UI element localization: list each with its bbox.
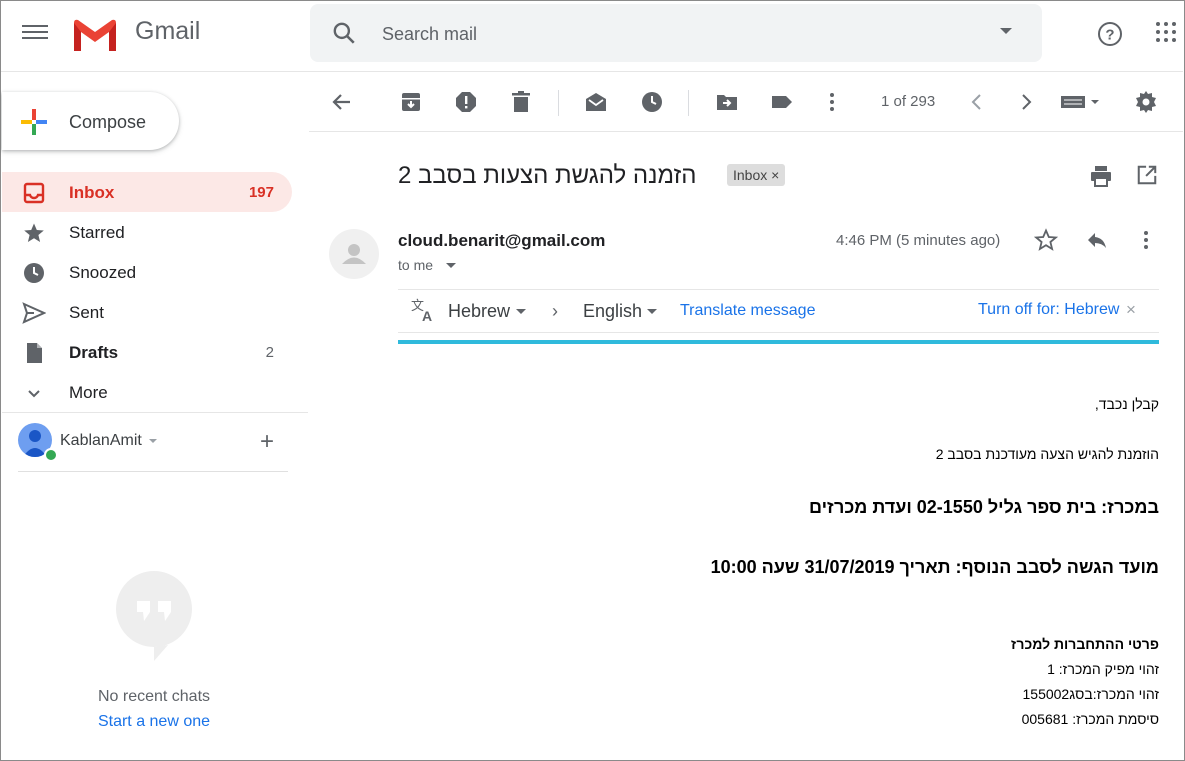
apps-grid-icon[interactable] [1156,22,1180,46]
turn-off-translation-link[interactable]: Turn off for: Hebrew [978,301,1119,319]
source-language-caret-icon[interactable] [516,309,526,314]
sender-avatar[interactable] [329,229,379,279]
body-greeting: קבלן נכבד, [1094,396,1159,412]
search-bar[interactable] [310,4,1042,62]
sidebar-item-starred[interactable]: Starred [2,212,292,252]
status-dropdown-icon[interactable] [149,439,157,443]
close-icon[interactable]: × [1126,300,1136,320]
body-tender-id: זהוי המכרז:בסג155002 [1022,686,1160,702]
prev-page-icon[interactable] [965,90,989,114]
message-body-top-bar [398,340,1159,344]
remove-label-icon[interactable]: × [771,167,779,183]
online-status-icon [44,448,58,462]
top-header: Gmail ? [1,1,1183,72]
new-chat-plus-icon[interactable]: + [260,428,274,456]
source-language-select[interactable]: Hebrew [448,301,510,322]
sidebar-item-snoozed[interactable]: Snoozed [2,252,292,292]
print-icon[interactable] [1089,164,1113,188]
chip-label: Inbox [733,167,768,183]
open-new-window-icon[interactable] [1136,164,1158,186]
draft-count: 2 [265,344,274,361]
svg-text:?: ? [1105,27,1114,44]
inbox-icon [23,182,45,204]
body-issuer-id: זהוי מפיק המכרז: 1 [1047,661,1159,677]
sidebar-item-more[interactable]: More [2,372,292,412]
target-language-select[interactable]: English [583,301,642,322]
chat-bubble-icon [116,571,192,661]
label-icon[interactable] [770,90,794,114]
hangouts-user[interactable]: KablanAmit + [18,423,288,472]
body-tender-password: סיסמת המכרז: 005681 [1021,711,1159,727]
back-arrow-icon[interactable] [330,90,354,114]
body-intro: הוזמנת להגיש הצעה מעודכנת בסבב 2 [935,446,1159,462]
message-timestamp: 4:46 PM (5 minutes ago) [836,232,1001,249]
no-chats-text: No recent chats [97,688,211,705]
sidebar-item-drafts[interactable]: Drafts 2 [2,332,292,372]
start-chat-link[interactable]: Start a new one [0,713,308,731]
hangouts-username: KablanAmit [60,432,142,449]
sidebar-divider [2,412,308,413]
translate-message-link[interactable]: Translate message [680,302,815,320]
clock-icon [24,263,44,283]
settings-gear-icon[interactable] [1134,90,1158,114]
unread-count: 197 [248,184,274,201]
chevron-down-icon [28,390,40,398]
archive-icon[interactable] [399,90,423,114]
sidebar-item-label: Sent [69,303,104,322]
sender-email[interactable]: cloud.benarit@gmail.com [398,231,605,251]
compose-button[interactable]: Compose [2,92,179,150]
sidebar-item-label: Starred [69,223,125,242]
report-spam-icon[interactable] [454,90,478,114]
body-details-heading: פרטי ההתחברות למכרז [1011,636,1159,652]
move-to-icon[interactable] [715,90,739,114]
gmail-logo-icon[interactable] [71,17,119,53]
send-icon [22,302,46,324]
sidebar-item-label: More [69,383,108,402]
delete-icon[interactable] [509,90,533,114]
compose-plus-icon [21,109,47,135]
search-icon[interactable] [331,20,357,46]
sidebar-nav: Inbox 197 Starred Snoozed Sent Drafts 2 … [2,172,292,412]
mark-unread-icon[interactable] [584,90,608,114]
pagination-text: 1 of 293 [881,93,936,110]
chevron-right-icon: › [552,301,558,321]
snooze-clock-icon[interactable] [640,90,664,114]
help-icon[interactable]: ? [1096,20,1124,48]
recipient-text: to me [398,257,434,273]
toolbar-separator [688,90,689,116]
body-tender-line: במכרז: בית ספר גליל 02-1550 ועדת מכרזים [808,497,1159,517]
sidebar-item-label: Drafts [69,343,119,362]
body-deadline-line: מועד הגשה לסבב הנוסף: תאריך 31/07/2019 ש… [710,557,1159,577]
main-menu-icon[interactable] [22,21,48,43]
translate-icon: 文 A [411,299,432,323]
target-language-caret-icon[interactable] [647,309,657,314]
sidebar-item-sent[interactable]: Sent [2,292,292,332]
star-icon[interactable] [1034,228,1058,252]
sidebar-item-label: Inbox [69,183,115,202]
sidebar-item-label: Snoozed [69,263,137,282]
show-details-icon[interactable] [446,263,456,268]
sidebar-item-inbox[interactable]: Inbox 197 [2,172,292,212]
translate-bar: 文 A Hebrew › English Translate message T… [398,289,1159,333]
svg-text:A: A [422,308,432,323]
search-options-icon[interactable] [1000,28,1012,34]
input-tools-icon[interactable] [1060,90,1104,114]
more-vert-icon[interactable] [1136,228,1156,252]
inbox-label-chip[interactable]: Inbox × [727,164,786,186]
compose-label: Compose [69,112,147,132]
draft-icon [27,343,42,363]
message-toolbar: 1 of 293 [309,72,1183,132]
reply-icon[interactable] [1085,228,1109,252]
next-page-icon[interactable] [1014,90,1038,114]
more-vert-icon[interactable] [820,90,844,114]
gmail-logo-text: Gmail [135,17,201,45]
toolbar-separator [558,90,559,116]
email-subject: הזמנה להגשת הצעות בסבב 2 [398,162,697,189]
search-input[interactable] [380,18,964,50]
star-icon [24,223,44,242]
